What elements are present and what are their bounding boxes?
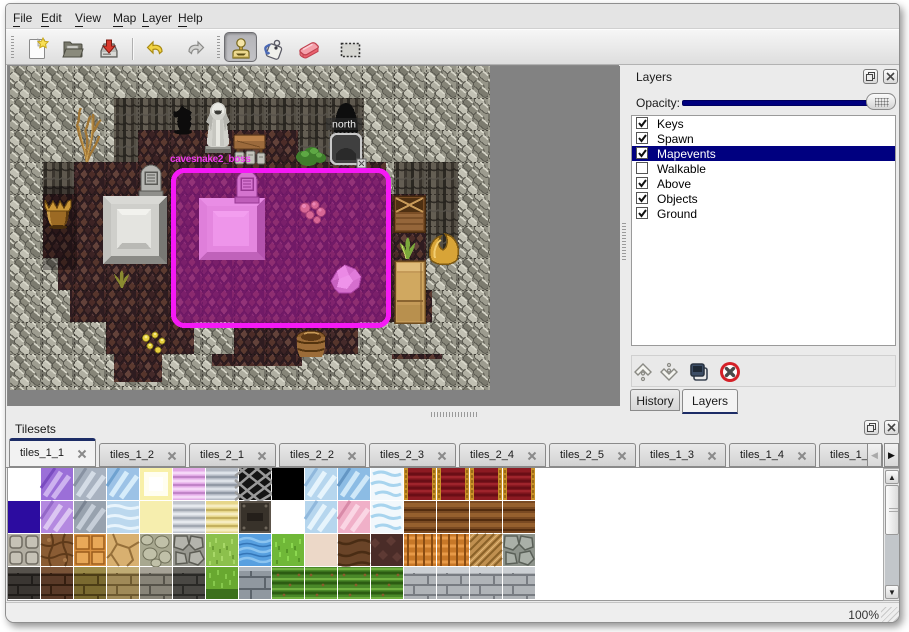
svg-text:north: north bbox=[332, 119, 356, 131]
svg-text:cavesnake2_boss: cavesnake2_boss bbox=[170, 154, 251, 165]
